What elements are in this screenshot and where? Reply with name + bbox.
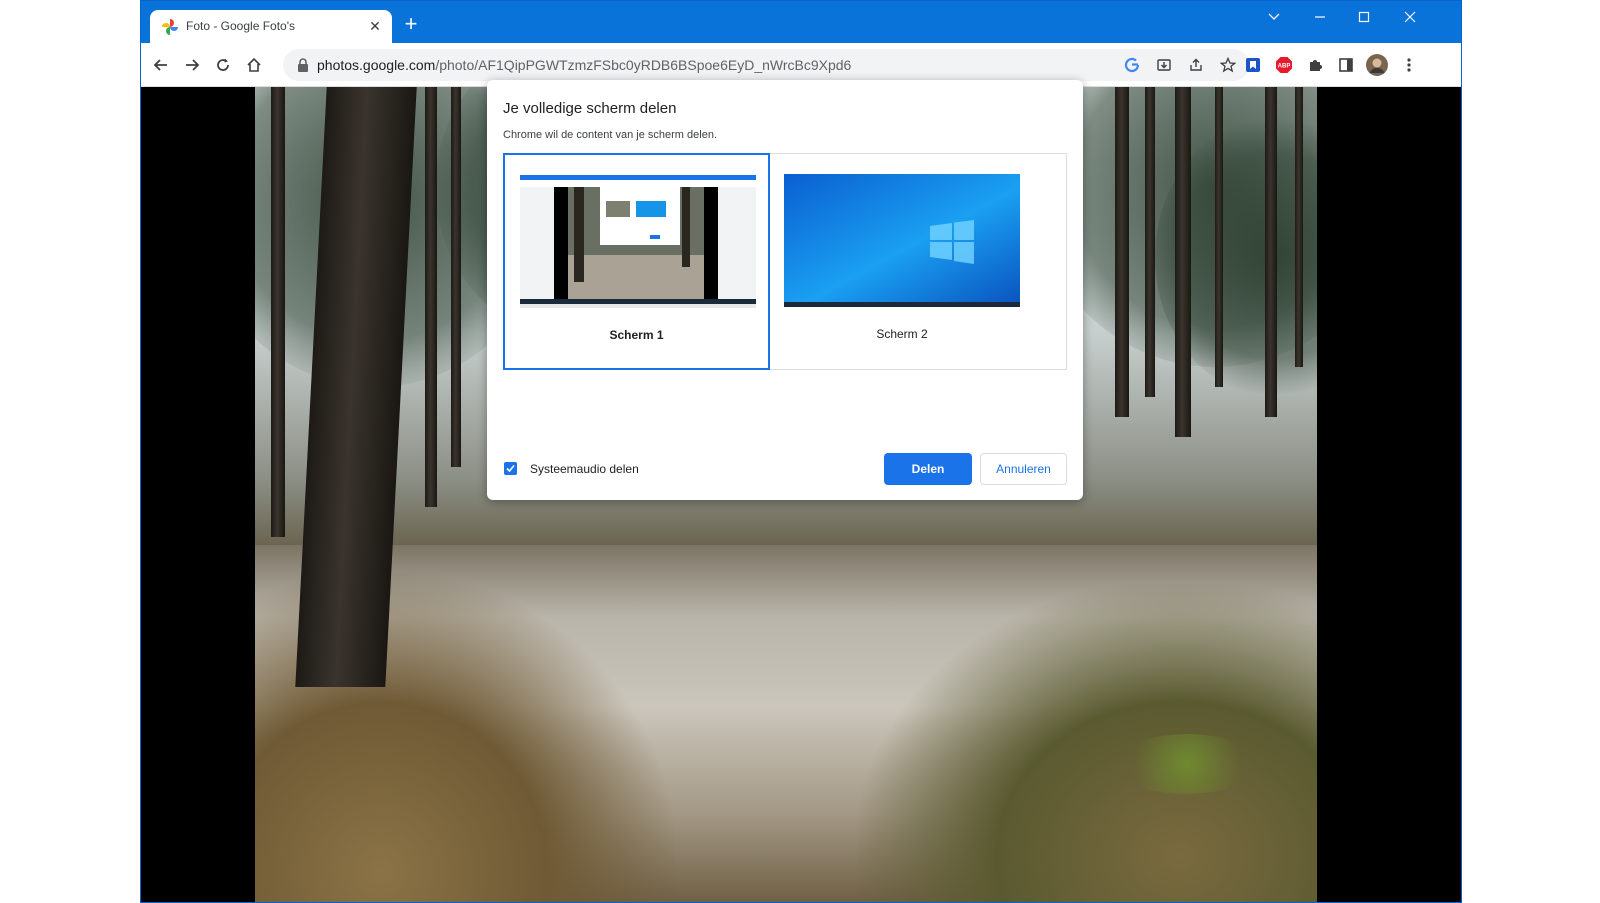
lock-icon[interactable] bbox=[297, 58, 309, 72]
new-tab-icon[interactable]: + bbox=[399, 13, 423, 37]
cancel-button[interactable]: Annuleren bbox=[980, 453, 1067, 485]
moss-patch bbox=[1117, 734, 1257, 794]
minimize-icon[interactable] bbox=[1297, 1, 1343, 33]
omnibox-actions bbox=[1121, 54, 1239, 76]
share-button[interactable]: Delen bbox=[884, 453, 972, 485]
maximize-icon[interactable] bbox=[1341, 1, 1387, 33]
system-audio-checkbox[interactable] bbox=[504, 462, 517, 475]
system-audio-label[interactable]: Systeemaudio delen bbox=[530, 462, 639, 476]
google-photos-icon bbox=[162, 19, 178, 35]
home-icon[interactable] bbox=[242, 53, 266, 77]
screen-source-list: Scherm 1 Scherm 2 bbox=[503, 153, 1067, 370]
screen-share-dialog: Je volledige scherm delen Chrome wil de … bbox=[487, 80, 1083, 500]
close-tab-icon[interactable]: ✕ bbox=[366, 17, 384, 35]
dialog-title: Je volledige scherm delen bbox=[503, 100, 677, 117]
side-panel-icon[interactable] bbox=[1334, 53, 1358, 77]
address-bar[interactable]: photos.google.com/photo/AF1QipPGWTzmzFSb… bbox=[283, 49, 1249, 81]
screen-source-1[interactable]: Scherm 1 bbox=[503, 153, 770, 370]
dialog-subtitle: Chrome wil de content van je scherm dele… bbox=[503, 129, 717, 141]
profile-avatar[interactable] bbox=[1365, 53, 1389, 77]
title-bar: Foto - Google Foto's ✕ + bbox=[141, 1, 1461, 43]
url-domain: photos.google.com bbox=[317, 57, 436, 73]
extension-icon[interactable] bbox=[1241, 53, 1265, 77]
adblock-icon[interactable]: ABP bbox=[1272, 53, 1296, 77]
dry-grass-right bbox=[857, 584, 1317, 902]
url-text: photos.google.com/photo/AF1QipPGWTzmzFSb… bbox=[317, 57, 851, 73]
reload-icon[interactable] bbox=[211, 53, 235, 77]
url-path: /photo/AF1QipPGWTzmzFSbc0yRDB6BSpoe6EyD_… bbox=[435, 57, 852, 73]
google-lens-icon[interactable] bbox=[1121, 54, 1143, 76]
screen-1-label: Scherm 1 bbox=[609, 328, 664, 342]
tab-search-icon[interactable] bbox=[1251, 1, 1297, 33]
screen-1-thumbnail bbox=[520, 175, 756, 308]
tab-google-photos[interactable]: Foto - Google Foto's ✕ bbox=[150, 10, 392, 43]
bookmark-star-icon[interactable] bbox=[1217, 54, 1239, 76]
adblock-label: ABP bbox=[1278, 64, 1291, 70]
tab-title: Foto - Google Foto's bbox=[186, 19, 296, 33]
install-app-icon[interactable] bbox=[1153, 54, 1175, 76]
back-arrow-icon[interactable] bbox=[149, 53, 173, 77]
screen-2-thumbnail bbox=[784, 174, 1020, 307]
share-icon[interactable] bbox=[1185, 54, 1207, 76]
screen-source-2[interactable]: Scherm 2 bbox=[769, 154, 1035, 369]
forward-arrow-icon[interactable] bbox=[180, 53, 204, 77]
puzzle-extensions-icon[interactable] bbox=[1303, 53, 1327, 77]
checkmark-icon bbox=[506, 464, 515, 473]
screen-2-label: Scherm 2 bbox=[876, 327, 928, 341]
close-window-icon[interactable] bbox=[1387, 1, 1433, 33]
more-menu-icon[interactable] bbox=[1397, 53, 1421, 77]
